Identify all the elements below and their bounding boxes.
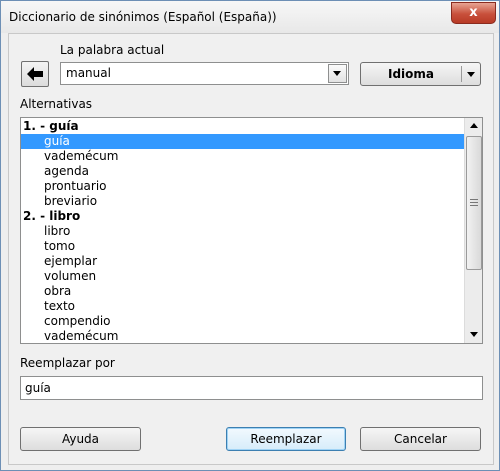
alternatives-label: Alternativas: [20, 97, 93, 111]
language-button[interactable]: Idioma: [360, 62, 481, 86]
list-item[interactable]: prontuario: [21, 179, 482, 194]
language-button-separator: [461, 66, 462, 82]
help-button[interactable]: Ayuda: [20, 427, 141, 451]
list-item[interactable]: vademécum: [21, 149, 482, 164]
combobox-dropdown-button[interactable]: [328, 64, 347, 83]
list-item[interactable]: obra: [21, 284, 482, 299]
list-item[interactable]: libro: [21, 224, 482, 239]
language-button-label: Idioma: [387, 67, 434, 81]
chevron-down-icon[interactable]: [467, 72, 475, 77]
list-item[interactable]: volumen: [21, 269, 482, 284]
chevron-down-icon: [470, 332, 478, 337]
grip-line: [470, 199, 478, 200]
replace-with-value: guía: [25, 381, 51, 395]
list-item[interactable]: agenda: [21, 164, 482, 179]
arrow-left-icon: [27, 67, 43, 81]
title-bar[interactable]: Diccionario de sinónimos (Español (Españ…: [1, 1, 499, 33]
replace-button[interactable]: Reemplazar: [226, 427, 346, 451]
list-item[interactable]: breviario: [21, 194, 482, 209]
current-word-combobox[interactable]: manual: [60, 62, 349, 85]
list-group-header[interactable]: 2. - libro: [21, 209, 464, 224]
list-item[interactable]: compendio: [21, 314, 482, 329]
cancel-button[interactable]: Cancelar: [360, 427, 481, 451]
scrollbar-thumb[interactable]: [466, 136, 482, 270]
list-item[interactable]: texto: [21, 299, 482, 314]
close-button[interactable]: x: [451, 2, 496, 24]
list-item[interactable]: tomo: [21, 239, 482, 254]
grip-line: [470, 202, 478, 203]
scroll-down-button[interactable]: [465, 327, 482, 343]
chevron-down-icon: [333, 71, 341, 76]
scroll-up-button[interactable]: [465, 118, 482, 134]
close-icon: x: [469, 5, 478, 20]
vertical-scrollbar[interactable]: [464, 118, 482, 343]
current-word-value: manual: [66, 66, 111, 80]
dialog-content: La palabra actual manual Idioma Alternat…: [8, 33, 494, 465]
window-title: Diccionario de sinónimos (Español (Españ…: [9, 10, 277, 24]
back-button[interactable]: [21, 61, 49, 87]
list-item[interactable]: guía: [21, 134, 482, 149]
replace-with-input[interactable]: guía: [20, 376, 483, 400]
replace-with-label: Reemplazar por: [20, 356, 115, 370]
current-word-label: La palabra actual: [60, 43, 165, 57]
grip-line: [470, 205, 478, 206]
chevron-up-icon: [470, 123, 478, 128]
alternatives-list[interactable]: 1. - guía guía vademécum agenda prontuario br…: [20, 117, 483, 344]
list-item[interactable]: ejemplar: [21, 254, 482, 269]
list-group-header[interactable]: 1. - guía: [21, 119, 464, 134]
list-item[interactable]: vademécum: [21, 329, 482, 343]
thesaurus-dialog: Diccionario de sinónimos (Español (Españ…: [0, 0, 500, 471]
